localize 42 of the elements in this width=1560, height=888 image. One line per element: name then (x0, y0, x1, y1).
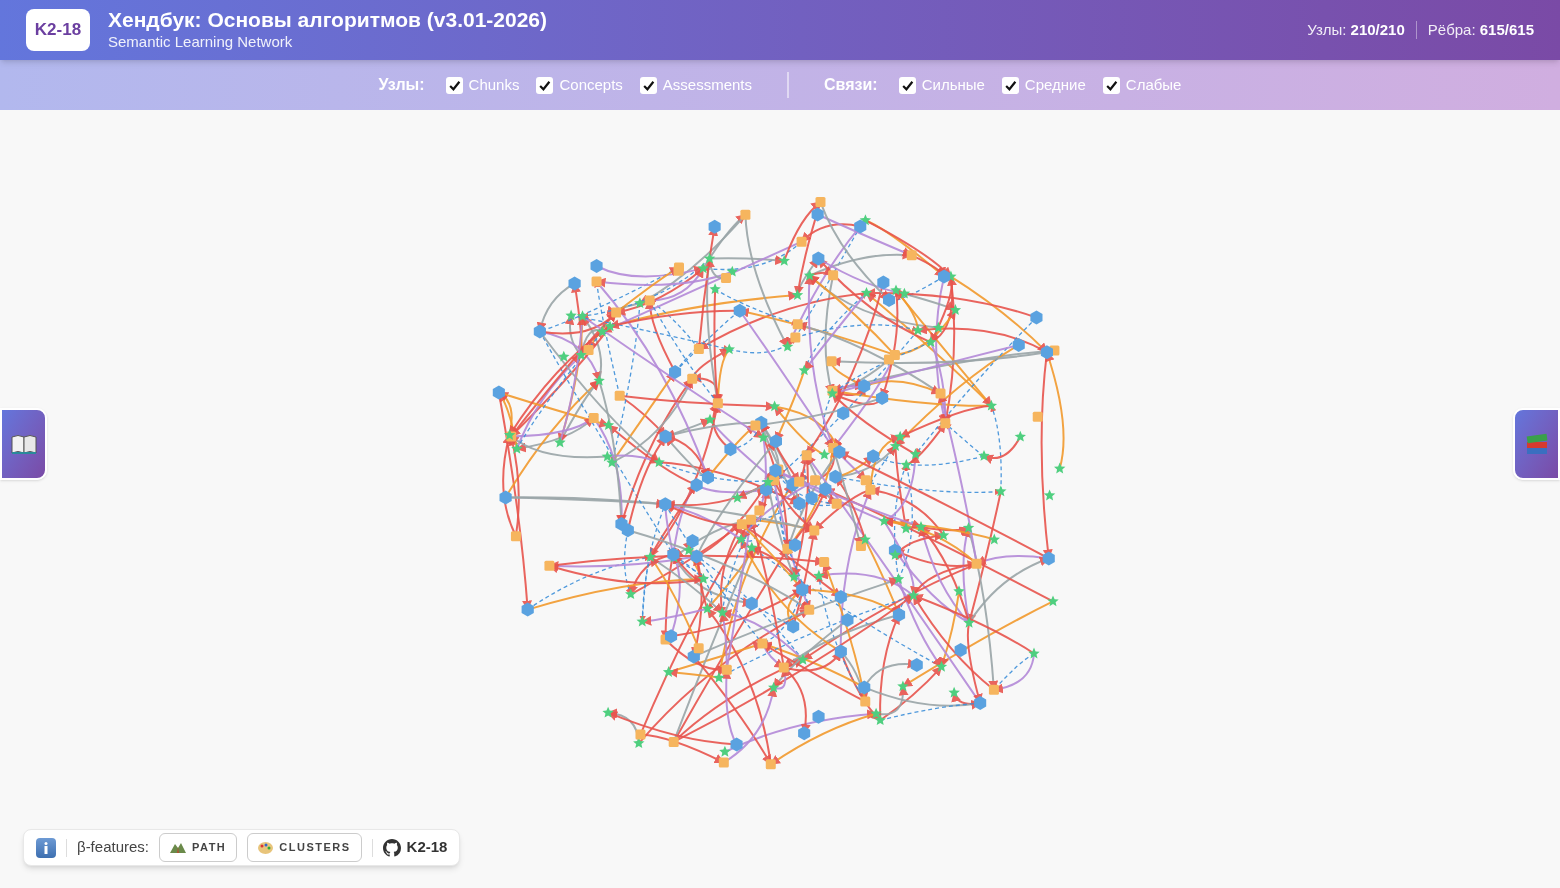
filter-checkbox[interactable]: Слабые (1102, 73, 1182, 97)
check-icon (538, 78, 552, 92)
filter-checkbox[interactable]: Средние (1001, 73, 1086, 97)
filter-checkbox[interactable]: Concepts (536, 73, 623, 97)
checkbox[interactable] (639, 76, 657, 94)
checkbox-label: Chunks (468, 74, 520, 95)
check-icon (900, 78, 914, 92)
checkbox-label: Concepts (559, 74, 623, 95)
stat-text: Узлы: 210/210 (1307, 19, 1405, 40)
page-title: Хендбук: Основы алгоритмов (v3.01-2026) (108, 8, 548, 32)
repo-link[interactable]: K2-18 (382, 836, 448, 859)
checkbox-label: Слабые (1125, 74, 1182, 95)
check-icon (447, 78, 461, 92)
features-label: β-features: (77, 837, 149, 858)
filter-group-label: Связи: (824, 75, 878, 95)
checkbox[interactable] (1001, 76, 1019, 94)
check-icon (1003, 78, 1017, 92)
checkbox-label: Средние (1024, 74, 1086, 95)
page-subtitle: Semantic Learning Network (108, 32, 294, 52)
github-icon (382, 838, 401, 857)
check-icon (1104, 78, 1118, 92)
feature-button[interactable]: PATH (159, 833, 238, 862)
checkbox[interactable] (898, 76, 916, 94)
stat-text: Рёбра: 615/615 (1427, 19, 1534, 40)
filter-group-label: Узлы: (378, 75, 425, 95)
checkbox-label: Сильные (921, 74, 985, 95)
check-icon (641, 78, 655, 92)
book-icon (10, 434, 37, 454)
checkbox[interactable] (445, 76, 463, 94)
checkbox-label: Assessments (662, 74, 753, 95)
palette-icon (258, 841, 274, 854)
filter-checkbox[interactable]: Assessments (639, 73, 753, 97)
filter-checkbox[interactable]: Сильные (898, 73, 985, 97)
right-side-button[interactable] (1513, 408, 1560, 480)
checkbox[interactable] (1102, 76, 1120, 94)
mountain-road-icon (170, 842, 186, 853)
feature-button[interactable]: CLUSTERS (247, 833, 362, 862)
checkbox[interactable] (536, 76, 554, 94)
info-icon[interactable] (36, 837, 56, 858)
logo-badge: K2-18 (26, 9, 90, 51)
filter-checkbox[interactable]: Chunks (445, 73, 520, 97)
left-side-button[interactable] (0, 408, 47, 480)
